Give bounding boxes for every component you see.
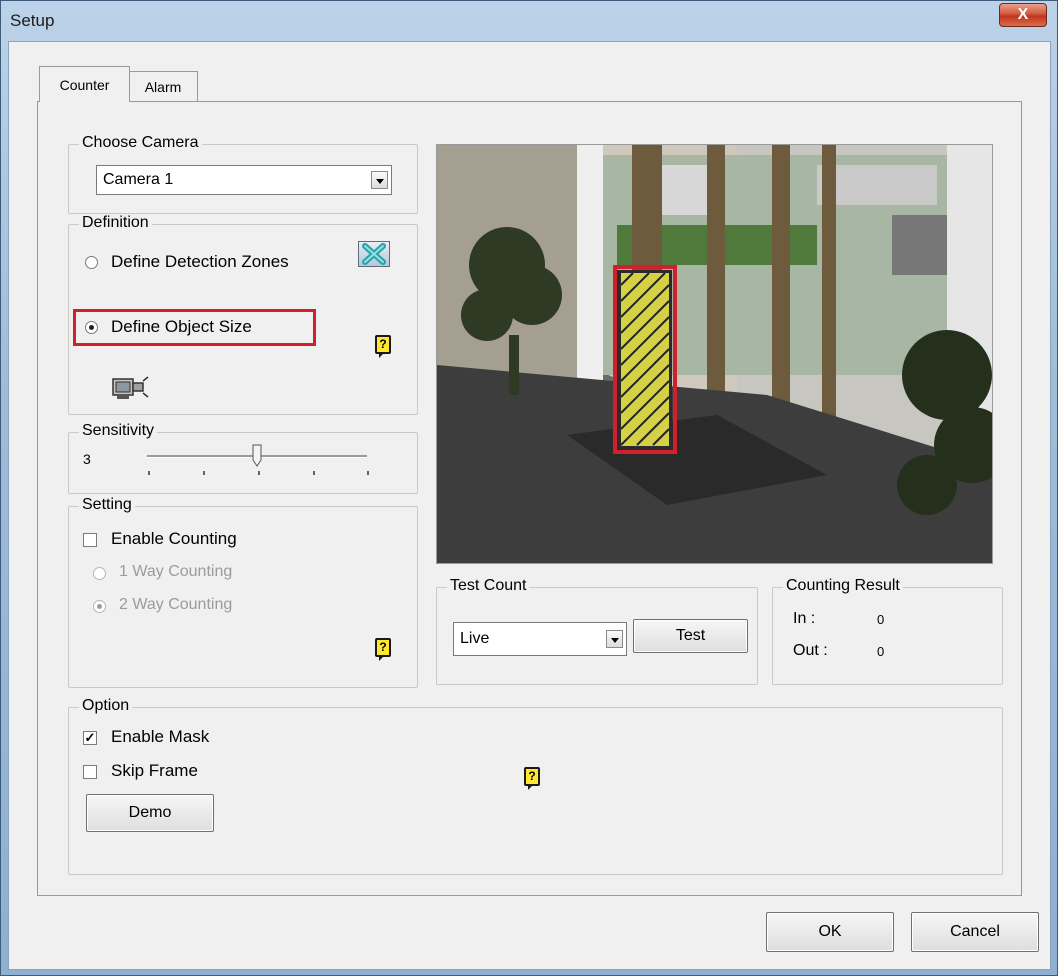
test-button[interactable]: Test	[633, 619, 748, 653]
test-count-group: Test Count Live Test	[436, 577, 758, 685]
window-title: Setup	[10, 11, 55, 30]
help-icon[interactable]: ?	[375, 335, 391, 358]
object-size-tool-button[interactable]	[111, 373, 149, 401]
setup-window: Setup X Counter Alarm Choose Camera Came…	[0, 0, 1058, 976]
enable-counting-label: Enable Counting	[111, 529, 237, 548]
clear-zones-button[interactable]	[358, 241, 390, 267]
setting-legend: Setting	[79, 496, 135, 514]
counter-panel: Choose Camera Camera 1 Definition Define…	[37, 101, 1022, 896]
two-way-radio[interactable]	[93, 600, 106, 613]
enable-mask-label: Enable Mask	[111, 727, 210, 746]
definition-legend: Definition	[79, 214, 152, 232]
check-icon: ✓	[84, 730, 96, 745]
choose-camera-group: Choose Camera Camera 1	[68, 134, 418, 214]
one-way-radio[interactable]	[93, 567, 106, 580]
skip-frame-label: Skip Frame	[111, 761, 198, 780]
tab-counter-label: Counter	[59, 77, 110, 93]
close-icon: X	[1017, 6, 1029, 23]
close-button[interactable]: X	[999, 3, 1047, 27]
test-mode-select[interactable]: Live	[453, 622, 627, 656]
enable-mask-checkbox[interactable]: ✓	[83, 731, 97, 745]
chevron-down-icon[interactable]	[371, 171, 388, 189]
define-zones-radio[interactable]	[85, 256, 98, 269]
out-label: Out :	[793, 642, 828, 659]
sensitivity-legend: Sensitivity	[79, 422, 158, 440]
define-object-size-label: Define Object Size	[111, 317, 252, 336]
camera-preview[interactable]	[436, 144, 993, 564]
option-legend: Option	[79, 697, 133, 715]
camera-feed-image	[437, 145, 992, 563]
cancel-button[interactable]: Cancel	[911, 912, 1039, 952]
tab-counter[interactable]: Counter	[39, 66, 130, 102]
two-way-label: 2 Way Counting	[119, 596, 233, 613]
chevron-down-icon[interactable]	[606, 630, 623, 648]
skip-frame-checkbox[interactable]	[83, 765, 97, 779]
camera-select[interactable]: Camera 1	[96, 165, 392, 195]
option-group: Option ✓ Enable Mask Skip Frame Demo ?	[68, 697, 1003, 875]
sensitivity-group: Sensitivity 3	[68, 422, 418, 494]
define-zones-label: Define Detection Zones	[111, 252, 289, 271]
enable-counting-checkbox[interactable]	[83, 533, 97, 547]
define-object-size-radio[interactable]	[85, 321, 98, 334]
help-icon[interactable]: ?	[375, 638, 391, 661]
clear-zones-icon	[362, 243, 386, 265]
test-mode-value: Live	[460, 630, 490, 647]
sensitivity-value: 3	[83, 451, 91, 467]
tab-alarm[interactable]: Alarm	[128, 71, 198, 101]
choose-camera-legend: Choose Camera	[79, 134, 202, 152]
tab-alarm-label: Alarm	[144, 79, 182, 95]
definition-group: Definition Define Detection Zones Define…	[68, 214, 418, 415]
counting-result-legend: Counting Result	[783, 577, 903, 595]
dialog-client: Counter Alarm Choose Camera Camera 1 Def…	[8, 41, 1051, 970]
title-bar[interactable]: Setup X	[1, 1, 1057, 41]
camera-select-value: Camera 1	[103, 171, 174, 188]
one-way-label: 1 Way Counting	[119, 563, 233, 580]
ok-button[interactable]: OK	[766, 912, 894, 952]
test-count-legend: Test Count	[447, 577, 530, 595]
camera-object-icon	[112, 376, 149, 399]
help-icon[interactable]: ?	[524, 767, 540, 790]
in-label: In :	[793, 610, 816, 627]
counting-result-group: Counting Result In : 0 Out : 0	[772, 577, 1003, 685]
sensitivity-slider-thumb[interactable]	[252, 444, 262, 468]
in-value: 0	[877, 612, 885, 627]
demo-button[interactable]: Demo	[86, 794, 214, 832]
out-value: 0	[877, 644, 885, 659]
setting-group: Setting Enable Counting 1 Way Counting 2…	[68, 496, 418, 688]
